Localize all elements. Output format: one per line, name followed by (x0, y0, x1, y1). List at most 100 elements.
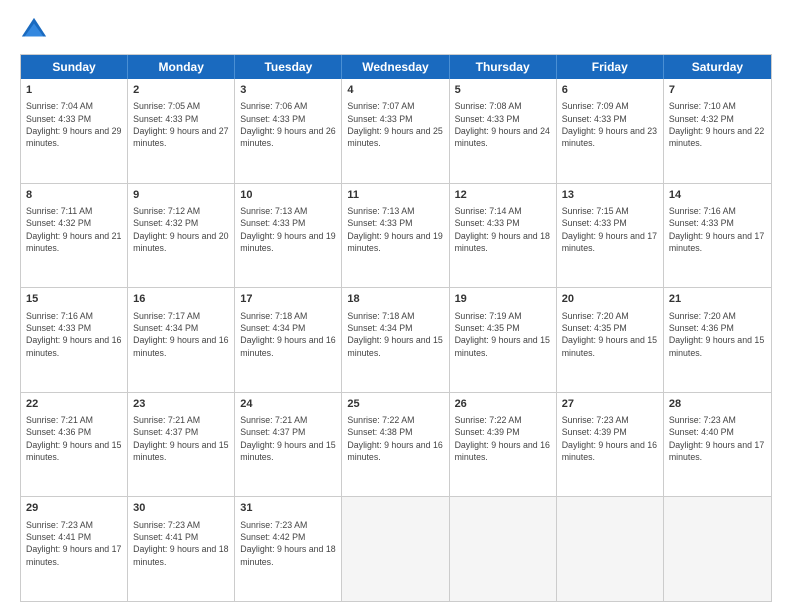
sunrise-info: Sunrise: 7:11 AM (26, 205, 122, 217)
calendar-cell: 22 Sunrise: 7:21 AM Sunset: 4:36 PM Dayl… (21, 393, 128, 497)
logo (20, 16, 52, 44)
calendar-cell: 6 Sunrise: 7:09 AM Sunset: 4:33 PM Dayli… (557, 79, 664, 183)
daylight-info: Daylight: 9 hours and 26 minutes. (240, 125, 336, 150)
weekday-header: Saturday (664, 55, 771, 79)
sunset-info: Sunset: 4:33 PM (562, 113, 658, 125)
calendar-cell: 27 Sunrise: 7:23 AM Sunset: 4:39 PM Dayl… (557, 393, 664, 497)
sunrise-info: Sunrise: 7:19 AM (455, 310, 551, 322)
calendar-cell (450, 497, 557, 601)
daylight-info: Daylight: 9 hours and 17 minutes. (26, 543, 122, 568)
sunset-info: Sunset: 4:33 PM (240, 217, 336, 229)
day-number: 16 (133, 292, 229, 307)
sunrise-info: Sunrise: 7:16 AM (669, 205, 766, 217)
day-number: 10 (240, 188, 336, 203)
daylight-info: Daylight: 9 hours and 16 minutes. (133, 334, 229, 359)
day-number: 22 (26, 397, 122, 412)
daylight-info: Daylight: 9 hours and 16 minutes. (240, 334, 336, 359)
sunrise-info: Sunrise: 7:20 AM (562, 310, 658, 322)
sunrise-info: Sunrise: 7:22 AM (455, 414, 551, 426)
calendar-cell (557, 497, 664, 601)
day-number: 12 (455, 188, 551, 203)
sunset-info: Sunset: 4:33 PM (347, 217, 443, 229)
sunrise-info: Sunrise: 7:10 AM (669, 100, 766, 112)
day-number: 23 (133, 397, 229, 412)
day-number: 27 (562, 397, 658, 412)
day-number: 8 (26, 188, 122, 203)
weekday-header: Tuesday (235, 55, 342, 79)
calendar-cell: 26 Sunrise: 7:22 AM Sunset: 4:39 PM Dayl… (450, 393, 557, 497)
daylight-info: Daylight: 9 hours and 16 minutes. (455, 439, 551, 464)
sunset-info: Sunset: 4:33 PM (240, 113, 336, 125)
calendar-body: 1 Sunrise: 7:04 AM Sunset: 4:33 PM Dayli… (21, 79, 771, 601)
sunrise-info: Sunrise: 7:22 AM (347, 414, 443, 426)
day-number: 2 (133, 83, 229, 98)
sunset-info: Sunset: 4:40 PM (669, 426, 766, 438)
sunrise-info: Sunrise: 7:20 AM (669, 310, 766, 322)
calendar-cell: 14 Sunrise: 7:16 AM Sunset: 4:33 PM Dayl… (664, 184, 771, 288)
sunset-info: Sunset: 4:34 PM (240, 322, 336, 334)
day-number: 20 (562, 292, 658, 307)
daylight-info: Daylight: 9 hours and 17 minutes. (669, 439, 766, 464)
day-number: 21 (669, 292, 766, 307)
day-number: 26 (455, 397, 551, 412)
daylight-info: Daylight: 9 hours and 18 minutes. (133, 543, 229, 568)
sunset-info: Sunset: 4:39 PM (562, 426, 658, 438)
calendar-cell (342, 497, 449, 601)
sunrise-info: Sunrise: 7:21 AM (133, 414, 229, 426)
calendar-cell: 16 Sunrise: 7:17 AM Sunset: 4:34 PM Dayl… (128, 288, 235, 392)
sunset-info: Sunset: 4:33 PM (26, 113, 122, 125)
sunset-info: Sunset: 4:38 PM (347, 426, 443, 438)
sunrise-info: Sunrise: 7:18 AM (240, 310, 336, 322)
weekday-header: Monday (128, 55, 235, 79)
calendar-cell: 12 Sunrise: 7:14 AM Sunset: 4:33 PM Dayl… (450, 184, 557, 288)
sunrise-info: Sunrise: 7:12 AM (133, 205, 229, 217)
calendar-cell: 4 Sunrise: 7:07 AM Sunset: 4:33 PM Dayli… (342, 79, 449, 183)
day-number: 11 (347, 188, 443, 203)
sunset-info: Sunset: 4:32 PM (133, 217, 229, 229)
day-number: 6 (562, 83, 658, 98)
daylight-info: Daylight: 9 hours and 19 minutes. (347, 230, 443, 255)
sunset-info: Sunset: 4:33 PM (26, 322, 122, 334)
calendar-cell: 29 Sunrise: 7:23 AM Sunset: 4:41 PM Dayl… (21, 497, 128, 601)
sunrise-info: Sunrise: 7:04 AM (26, 100, 122, 112)
calendar-cell: 2 Sunrise: 7:05 AM Sunset: 4:33 PM Dayli… (128, 79, 235, 183)
sunrise-info: Sunrise: 7:13 AM (240, 205, 336, 217)
sunset-info: Sunset: 4:33 PM (347, 113, 443, 125)
day-number: 1 (26, 83, 122, 98)
calendar-cell: 7 Sunrise: 7:10 AM Sunset: 4:32 PM Dayli… (664, 79, 771, 183)
daylight-info: Daylight: 9 hours and 27 minutes. (133, 125, 229, 150)
day-number: 19 (455, 292, 551, 307)
daylight-info: Daylight: 9 hours and 29 minutes. (26, 125, 122, 150)
daylight-info: Daylight: 9 hours and 19 minutes. (240, 230, 336, 255)
sunset-info: Sunset: 4:32 PM (669, 113, 766, 125)
sunset-info: Sunset: 4:33 PM (133, 113, 229, 125)
sunset-info: Sunset: 4:41 PM (133, 531, 229, 543)
day-number: 28 (669, 397, 766, 412)
day-number: 7 (669, 83, 766, 98)
sunrise-info: Sunrise: 7:23 AM (26, 519, 122, 531)
daylight-info: Daylight: 9 hours and 21 minutes. (26, 230, 122, 255)
sunrise-info: Sunrise: 7:17 AM (133, 310, 229, 322)
daylight-info: Daylight: 9 hours and 17 minutes. (669, 230, 766, 255)
calendar-cell: 19 Sunrise: 7:19 AM Sunset: 4:35 PM Dayl… (450, 288, 557, 392)
day-number: 15 (26, 292, 122, 307)
day-number: 30 (133, 501, 229, 516)
sunrise-info: Sunrise: 7:05 AM (133, 100, 229, 112)
sunrise-info: Sunrise: 7:23 AM (133, 519, 229, 531)
sunrise-info: Sunrise: 7:21 AM (26, 414, 122, 426)
daylight-info: Daylight: 9 hours and 17 minutes. (562, 230, 658, 255)
sunrise-info: Sunrise: 7:06 AM (240, 100, 336, 112)
sunrise-info: Sunrise: 7:09 AM (562, 100, 658, 112)
sunset-info: Sunset: 4:36 PM (26, 426, 122, 438)
calendar-row: 15 Sunrise: 7:16 AM Sunset: 4:33 PM Dayl… (21, 288, 771, 393)
daylight-info: Daylight: 9 hours and 20 minutes. (133, 230, 229, 255)
daylight-info: Daylight: 9 hours and 15 minutes. (26, 439, 122, 464)
page: SundayMondayTuesdayWednesdayThursdayFrid… (0, 0, 792, 612)
calendar-cell: 21 Sunrise: 7:20 AM Sunset: 4:36 PM Dayl… (664, 288, 771, 392)
calendar-cell: 8 Sunrise: 7:11 AM Sunset: 4:32 PM Dayli… (21, 184, 128, 288)
day-number: 13 (562, 188, 658, 203)
daylight-info: Daylight: 9 hours and 15 minutes. (669, 334, 766, 359)
weekday-header: Thursday (450, 55, 557, 79)
calendar-cell: 25 Sunrise: 7:22 AM Sunset: 4:38 PM Dayl… (342, 393, 449, 497)
daylight-info: Daylight: 9 hours and 16 minutes. (26, 334, 122, 359)
